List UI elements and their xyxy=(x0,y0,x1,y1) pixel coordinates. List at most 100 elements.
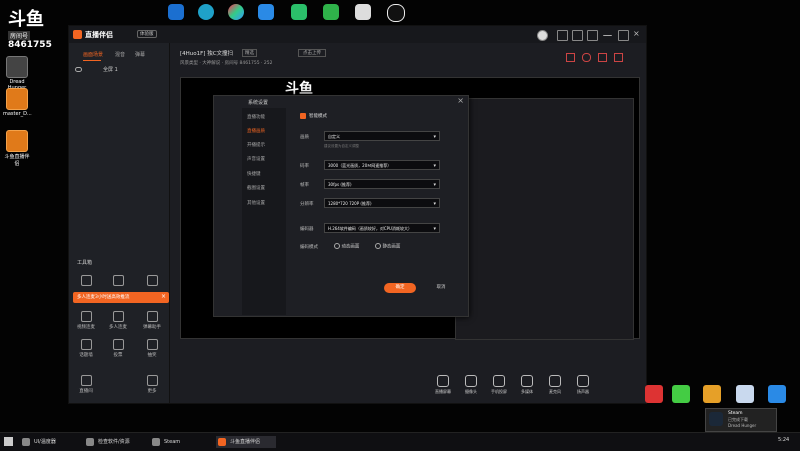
desktop-icon-save[interactable] xyxy=(736,385,754,403)
clock[interactable]: 5:24 xyxy=(778,437,789,443)
tool-media[interactable]: 多媒体 xyxy=(514,375,540,395)
smart-mode-checkbox[interactable] xyxy=(300,113,306,119)
tool-danmu-helper[interactable] xyxy=(141,275,163,288)
cancel-button[interactable]: 取消 xyxy=(427,283,455,293)
vote-icon xyxy=(112,339,124,350)
color-app-icon[interactable] xyxy=(228,4,244,20)
more-icon xyxy=(146,375,158,386)
settings-menu-item[interactable]: 声音设置 xyxy=(247,156,265,162)
share-icon[interactable] xyxy=(566,53,575,62)
speaker-icon xyxy=(577,375,589,387)
taskbar-app-0[interactable]: UI/温度器 xyxy=(20,436,80,448)
radio-static[interactable]: 静态画面 xyxy=(375,243,400,250)
taskbar-app-2[interactable]: Steam xyxy=(150,436,210,448)
title-bar: 直播伴侣 体验版 × xyxy=(69,26,646,43)
settings-menu-item-active[interactable]: 直播画质 xyxy=(247,128,265,134)
app-logo-icon xyxy=(73,30,82,39)
users-icon xyxy=(112,275,124,286)
record-icon[interactable] xyxy=(598,53,607,62)
settings-menu-item[interactable]: 截图设置 xyxy=(247,185,265,191)
tool-item-1[interactable]: 多人连麦 xyxy=(107,311,129,330)
desktop-icon-input[interactable] xyxy=(672,385,690,403)
video-icon xyxy=(80,275,92,286)
taskbar-app-3[interactable]: 斗鱼直播伴侣 xyxy=(216,436,276,448)
video-icon xyxy=(80,311,92,322)
chat-app-icon[interactable] xyxy=(355,4,371,20)
topic-icon xyxy=(80,339,92,350)
tool-item-2[interactable]: 弹幕助手 xyxy=(141,311,163,330)
left-panel: 画面场景 混音 弹幕 全屏 1 工具箱 多人连麦3小时送高效推流 × 视频连麦 … xyxy=(69,43,170,403)
left-tab-mixer[interactable]: 混音 xyxy=(115,51,125,58)
tool-camera[interactable]: 摄像头 xyxy=(458,375,484,395)
settings-menu-item[interactable]: 开播提示 xyxy=(247,142,265,148)
encoder-select[interactable]: H.264软件编码（画质较好，对CPU消耗较大） ▾ xyxy=(324,223,440,233)
framerate-select[interactable]: 30fps (推荐) ▾ xyxy=(324,179,440,189)
tool-item-5[interactable]: 抽奖 xyxy=(141,339,163,358)
promo-banner[interactable]: 多人连麦3小时送高效推流 × xyxy=(73,292,169,303)
mic-icon[interactable] xyxy=(614,53,623,62)
settings-icon[interactable] xyxy=(582,53,591,62)
room-action[interactable]: 点击上传 xyxy=(298,49,326,57)
chat-icon xyxy=(146,311,158,322)
confirm-button[interactable]: 确定 xyxy=(384,283,416,293)
edge-browser-icon[interactable] xyxy=(198,4,214,20)
desktop-icon-folder[interactable] xyxy=(703,385,721,403)
dialog-close-icon[interactable]: × xyxy=(457,96,464,105)
desktop-icon-douyu[interactable]: 斗鱼直播伴侣 xyxy=(3,130,31,167)
bitrate-select[interactable]: 3000（蓝光画质，20Ｍ网速推荐） ▾ xyxy=(324,160,440,170)
douyu-logo-overlay: 斗鱼 房间号 8461755 xyxy=(8,5,53,55)
eye-icon[interactable] xyxy=(75,67,82,72)
tool-item-0[interactable]: 视频连麦 xyxy=(75,311,97,330)
tool-item-3[interactable]: 话题墙 xyxy=(75,339,97,358)
desktop-icon-dread-hunger[interactable]: Dread Hunger xyxy=(3,56,31,91)
settings-menu-item[interactable]: 直播功能 xyxy=(247,114,265,120)
promo-close-icon[interactable]: × xyxy=(161,293,166,300)
douyu-logo-text: 斗鱼 xyxy=(8,9,44,30)
tool-speaker[interactable]: 扬声器 xyxy=(570,375,596,395)
desktop-icon-lock[interactable] xyxy=(768,385,786,403)
avatar-icon[interactable] xyxy=(537,30,548,41)
logitech-icon[interactable] xyxy=(387,4,405,22)
minimize-icon[interactable] xyxy=(603,30,612,36)
tool-item-4[interactable]: 投票 xyxy=(107,339,129,358)
settings-menu-item[interactable]: 快捷键 xyxy=(247,171,261,177)
desktop-app-icon[interactable] xyxy=(168,4,184,20)
left-tab-danmu[interactable]: 弹幕 xyxy=(135,51,145,58)
tool-item-6[interactable]: 直播间 xyxy=(75,375,97,394)
room-title[interactable]: [4Huo1F] 独C文撞扫 xyxy=(180,49,233,57)
menu-icon[interactable] xyxy=(587,30,598,41)
taskbar-app-1[interactable]: 检查软件/资源 xyxy=(84,436,144,448)
desktop-icon-master[interactable]: master_D... xyxy=(3,88,32,117)
scene-item[interactable]: 全屏 1 xyxy=(73,65,165,75)
steam-notification[interactable]: Steam 已完成下载 Dread Hunger xyxy=(705,408,777,432)
radio-dynamic[interactable]: 动态画面 xyxy=(334,243,359,250)
app-icon xyxy=(22,438,30,446)
play-app-icon[interactable] xyxy=(291,4,307,20)
users-icon xyxy=(112,311,124,322)
desktop-icon-wps[interactable] xyxy=(645,385,663,403)
room-icon xyxy=(80,375,92,386)
tool-multi-link[interactable] xyxy=(107,275,129,288)
tool-phone[interactable]: 手机投屏 xyxy=(486,375,512,395)
resolution-select[interactable]: 1280*720 720P (推荐) ▾ xyxy=(324,198,440,208)
tool-video-link[interactable] xyxy=(75,275,97,288)
tool-item-7[interactable]: 更多 xyxy=(141,375,163,394)
field-label-encoder: 编码器 xyxy=(300,227,314,232)
radio-dot xyxy=(334,243,340,249)
douyu-icon xyxy=(6,130,28,152)
notification-title: Steam xyxy=(728,411,743,416)
mail-icon[interactable] xyxy=(557,30,568,41)
tool-screen[interactable]: 直播屏幕 xyxy=(430,375,456,395)
start-button[interactable] xyxy=(4,437,13,446)
cloud-app-icon[interactable] xyxy=(258,4,274,20)
wechat-icon[interactable] xyxy=(323,4,339,20)
camera-icon xyxy=(465,375,477,387)
close-icon[interactable]: × xyxy=(633,30,642,39)
left-tab-scenes[interactable]: 画面场景 xyxy=(83,51,103,58)
tool-mic[interactable]: 麦克风 xyxy=(542,375,568,395)
maximize-icon[interactable] xyxy=(618,30,629,41)
settings-menu-item[interactable]: 其他设置 xyxy=(247,200,265,206)
room-tag[interactable]: 精选 xyxy=(242,49,257,57)
quality-select[interactable]: 自定义 ▾ xyxy=(324,131,440,141)
skin-icon[interactable] xyxy=(572,30,583,41)
